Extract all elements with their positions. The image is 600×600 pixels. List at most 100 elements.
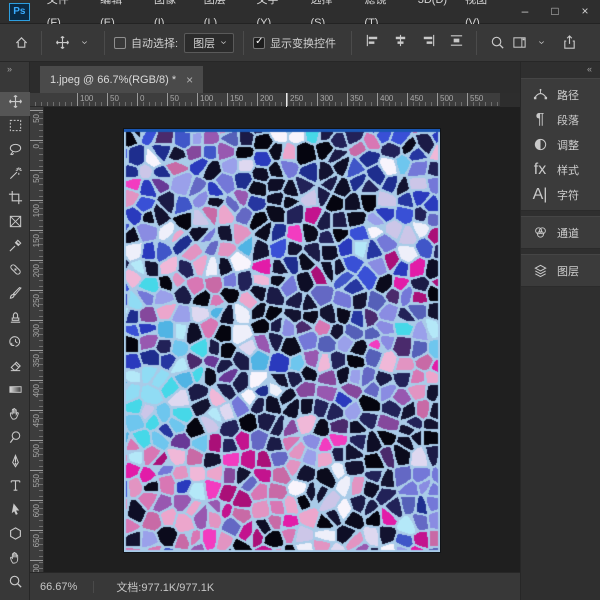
canvas-area[interactable]: [44, 107, 520, 572]
ruler-label: 700: [30, 560, 43, 561]
search-icon[interactable]: [486, 31, 508, 55]
pen-tool[interactable]: [0, 452, 30, 476]
divider: [243, 31, 244, 55]
divider: [351, 31, 352, 55]
ruler-label: 450: [407, 93, 423, 106]
ruler-label: 150: [30, 230, 43, 231]
eyedropper-tool[interactable]: [0, 236, 30, 260]
tool-bar: [0, 92, 29, 596]
brush-tool[interactable]: [0, 284, 30, 308]
ruler-label: 50: [167, 93, 179, 106]
frame-tool[interactable]: [0, 212, 30, 236]
divider: [41, 31, 42, 55]
panel-item-channels[interactable]: 通道: [521, 220, 600, 245]
window-controls: – □ ×: [510, 0, 600, 23]
ruler-label: 50: [107, 93, 119, 106]
ruler-label: 550: [30, 470, 43, 471]
panel-item-paragraph[interactable]: ¶段落: [521, 107, 600, 132]
close-button[interactable]: ×: [570, 0, 600, 23]
distribute-button[interactable]: [445, 31, 467, 55]
document-size-info: 文档:977.1K/977.1K: [116, 579, 214, 595]
panel-item-paths[interactable]: 路径: [521, 82, 600, 107]
ruler-label: 200: [30, 260, 43, 261]
gradient-tool[interactable]: [0, 380, 30, 404]
type-tool[interactable]: [0, 476, 30, 500]
chevron-down-icon[interactable]: [73, 31, 95, 55]
ruler-label: 200: [257, 93, 273, 106]
home-icon[interactable]: [10, 31, 32, 55]
ruler-label: 150: [227, 93, 243, 106]
move-tool[interactable]: [0, 92, 30, 116]
ruler-label: 450: [30, 410, 43, 411]
vertical-ruler[interactable]: 5005010015020025030035040045050055060065…: [30, 107, 44, 572]
menu-bar: Ps 文件(F)编辑(E)图像(I)图层(L)文字(Y)选择(S)滤镜(T)3D…: [0, 0, 600, 24]
smudge-tool[interactable]: [0, 404, 30, 428]
zoom-level-field[interactable]: 66.67%: [40, 581, 94, 593]
eraser-tool[interactable]: [0, 356, 30, 380]
document-tab-title: 1.jpeg @ 66.7%(RGB/8) *: [50, 74, 176, 86]
photoshop-window: Ps 文件(F)编辑(E)图像(I)图层(L)文字(Y)选择(S)滤镜(T)3D…: [0, 0, 600, 600]
ruler-cursor-marker: [286, 93, 287, 107]
auto-select-checkbox[interactable]: [114, 37, 126, 49]
show-transform-label: 显示变换控件: [270, 35, 336, 51]
right-panel-dock: « 路径¶段落调整fx样式A|字符 通道 图层: [520, 62, 600, 600]
ruler-label: 350: [30, 350, 43, 351]
options-bar: 自动选择: 图层 显示变换控件: [0, 24, 600, 62]
ruler-label: 50: [30, 170, 43, 171]
divider: [476, 31, 477, 55]
align-buttons-group: [361, 31, 467, 55]
panel-item-character[interactable]: A|字符: [521, 182, 600, 207]
ruler-label: 400: [30, 380, 43, 381]
dodge-tool[interactable]: [0, 428, 30, 452]
chevron-down-icon[interactable]: [530, 31, 552, 55]
minimize-button[interactable]: –: [510, 0, 540, 23]
lasso-tool[interactable]: [0, 140, 30, 164]
move-tool-preset-icon[interactable]: [51, 31, 73, 55]
status-bar: 66.67% 文档:977.1K/977.1K: [30, 572, 520, 600]
horizontal-ruler[interactable]: 10050050100150200250300350400450500550: [30, 93, 500, 107]
tab-bar: 1.jpeg @ 66.7%(RGB/8) * ×: [30, 62, 520, 93]
panel-item-adjustments[interactable]: 调整: [521, 132, 600, 157]
panel-group: 路径¶段落调整fx样式A|字符: [521, 78, 600, 211]
ruler-label: 650: [30, 530, 43, 531]
align-left-button[interactable]: [361, 31, 383, 55]
document-tab[interactable]: 1.jpeg @ 66.7%(RGB/8) * ×: [40, 66, 203, 93]
path-selection-tool[interactable]: [0, 500, 30, 524]
align-center-button[interactable]: [389, 31, 411, 55]
ruler-label: 400: [377, 93, 393, 106]
workspace-switcher-icon[interactable]: [508, 31, 530, 55]
auto-select-label: 自动选择:: [131, 35, 178, 51]
auto-select-value: 图层: [193, 35, 215, 51]
ruler-label: 100: [77, 93, 93, 106]
align-right-button[interactable]: [417, 31, 439, 55]
history-brush-tool[interactable]: [0, 332, 30, 356]
magic-wand-tool[interactable]: [0, 164, 30, 188]
auto-select-target-dropdown[interactable]: 图层: [184, 33, 234, 53]
share-icon[interactable]: [558, 31, 580, 55]
tool-panel: »: [0, 62, 30, 600]
ruler-label: 100: [197, 93, 213, 106]
tab-close-icon[interactable]: ×: [186, 73, 193, 87]
toolbar-expand-icon[interactable]: »: [0, 62, 29, 78]
panel-collapse-icon[interactable]: «: [521, 62, 600, 78]
clone-stamp-tool[interactable]: [0, 308, 30, 332]
panel-item-layers[interactable]: 图层: [521, 258, 600, 283]
show-transform-checkbox[interactable]: [253, 37, 265, 49]
ruler-label: 300: [317, 93, 333, 106]
hand-tool[interactable]: [0, 548, 30, 572]
ruler-label: 600: [30, 500, 43, 501]
panel-item-styles[interactable]: fx样式: [521, 157, 600, 182]
healing-brush-tool[interactable]: [0, 260, 30, 284]
divider: [104, 31, 105, 55]
ruler-label: 500: [437, 93, 453, 106]
crop-tool[interactable]: [0, 188, 30, 212]
ruler-label: 550: [467, 93, 483, 106]
photoshop-logo-icon: Ps: [9, 3, 30, 21]
document-image[interactable]: [124, 129, 440, 552]
shape-tool[interactable]: [0, 524, 30, 548]
zoom-tool[interactable]: [0, 572, 30, 596]
maximize-button[interactable]: □: [540, 0, 570, 23]
rectangular-marquee-tool[interactable]: [0, 116, 30, 140]
panel-group: 图层: [521, 254, 600, 287]
ruler-label: 300: [30, 320, 43, 321]
